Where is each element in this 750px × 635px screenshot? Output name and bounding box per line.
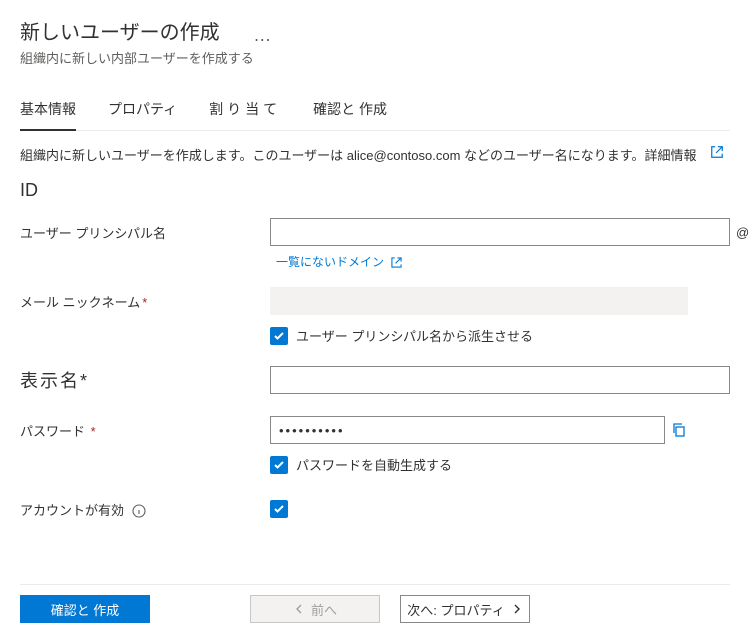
tab-assignment[interactable]: 割り当て xyxy=(209,91,281,130)
mail-nickname-label: メール ニックネーム* xyxy=(20,292,270,311)
upn-local-input[interactable] xyxy=(270,218,730,246)
chevron-right-icon xyxy=(511,603,523,615)
tab-basic[interactable]: 基本情報 xyxy=(20,91,76,131)
previous-button: 前へ xyxy=(250,595,380,623)
chevron-left-icon xyxy=(293,603,305,615)
footer-bar: 確認と 作成 前へ 次へ: プロパティ xyxy=(20,584,730,623)
review-create-button[interactable]: 確認と 作成 xyxy=(20,595,150,623)
auto-generate-password-label: パスワードを自動生成する xyxy=(296,455,452,474)
derive-from-upn-checkbox[interactable] xyxy=(270,327,288,345)
upn-label: ユーザー プリンシパル名 xyxy=(20,223,270,242)
display-name-input[interactable] xyxy=(270,366,730,394)
domain-not-listed-link[interactable]: 一覧にないドメイン xyxy=(276,255,402,269)
info-icon[interactable] xyxy=(132,504,146,518)
derive-from-upn-label: ユーザー プリンシパル名から派生させる xyxy=(296,326,533,345)
domain-not-listed-text: 一覧にないドメイン xyxy=(276,255,384,269)
page-title: 新しいユーザーの作成 xyxy=(20,16,220,45)
auto-generate-password-checkbox[interactable] xyxy=(270,456,288,474)
section-id-title: ID xyxy=(20,180,730,201)
at-symbol: @ xyxy=(736,225,749,240)
external-link-icon xyxy=(391,257,402,268)
display-name-label: 表示名* xyxy=(20,367,270,393)
next-button[interactable]: 次へ: プロパティ xyxy=(400,595,530,623)
copy-password-icon[interactable] xyxy=(671,422,687,438)
tab-bar: 基本情報 プロパティ 割り当て 確認と 作成 xyxy=(20,91,730,131)
tab-review[interactable]: 確認と 作成 xyxy=(313,91,387,130)
more-menu[interactable]: … xyxy=(253,25,273,46)
password-input[interactable]: •••••••••• xyxy=(270,416,665,444)
account-enabled-label: アカウントが有効 xyxy=(20,500,270,519)
page-subtitle: 組織内に新しい内部ユーザーを作成する xyxy=(20,48,730,67)
account-enabled-checkbox[interactable] xyxy=(270,500,288,518)
tab-properties[interactable]: プロパティ xyxy=(108,91,177,130)
mail-nickname-readonly xyxy=(270,287,688,315)
password-label: パスワード * xyxy=(20,421,270,440)
description-text: 組織内に新しいユーザーを作成します。このユーザーは alice@contoso.… xyxy=(20,145,730,164)
external-link-icon[interactable] xyxy=(710,145,724,159)
description-content: 組織内に新しいユーザーを作成します。このユーザーは alice@contoso.… xyxy=(20,148,696,163)
